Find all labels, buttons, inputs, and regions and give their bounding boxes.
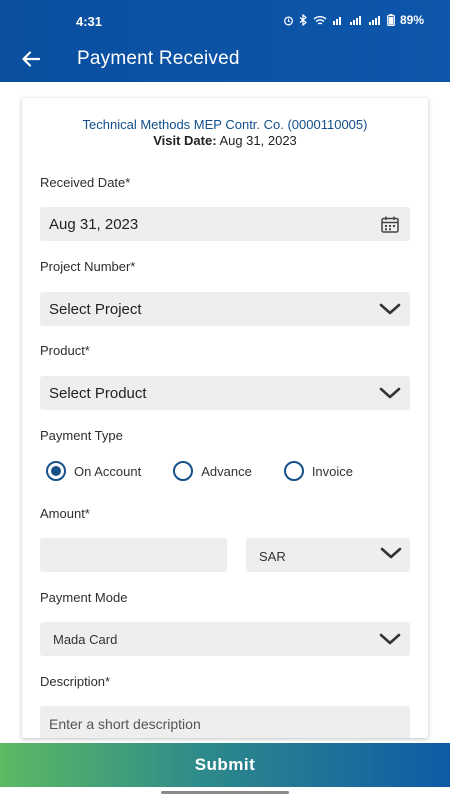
payment-type-label: Payment Type — [40, 428, 123, 443]
payment-form-card: Technical Methods MEP Contr. Co. (000011… — [22, 98, 428, 738]
customer-name: Technical Methods MEP Contr. Co. (000011… — [82, 117, 368, 132]
description-input[interactable]: Enter a short description — [40, 706, 410, 738]
home-indicator[interactable] — [161, 791, 289, 794]
payment-mode-select[interactable]: Mada Card — [40, 622, 410, 656]
submit-button[interactable]: Submit — [0, 743, 450, 787]
chevron-down-icon — [379, 299, 401, 319]
product-label: Product* — [40, 343, 90, 358]
signal-icon — [349, 15, 361, 25]
received-date-value: Aug 31, 2023 — [49, 216, 139, 233]
project-select[interactable]: Select Project — [40, 292, 410, 326]
alarm-icon — [283, 15, 293, 25]
received-date-field[interactable]: Aug 31, 2023 — [40, 207, 410, 241]
amount-label: Amount* — [40, 506, 90, 521]
currency-select[interactable]: SAR — [246, 538, 410, 572]
amount-input[interactable] — [40, 538, 227, 572]
app-bar: Payment Received — [0, 36, 450, 82]
arrow-left-icon — [22, 51, 40, 67]
radio-button-selected[interactable] — [46, 461, 66, 481]
payment-mode-value: Mada Card — [53, 632, 118, 647]
description-label: Description* — [40, 674, 111, 689]
volte-icon — [332, 16, 341, 25]
radio-label: Invoice — [311, 463, 354, 479]
description-placeholder: Enter a short description — [49, 716, 201, 732]
radio-advance[interactable]: Advance — [173, 461, 252, 481]
product-select-value: Select Product — [49, 385, 147, 402]
top-header: 4:31 89% Payment Received — [0, 0, 450, 82]
radio-on-account[interactable]: On Account — [46, 461, 141, 481]
visit-date-label: Visit Date: — [153, 133, 217, 148]
project-select-value: Select Project — [49, 301, 142, 318]
radio-button[interactable] — [283, 461, 304, 481]
received-date-label: Received Date* — [40, 175, 131, 190]
back-button[interactable] — [18, 46, 44, 72]
chevron-down-icon — [379, 629, 401, 649]
battery-icon — [387, 14, 395, 26]
payment-type-radio-group: On Account Advance Invoice — [46, 461, 385, 481]
radio-button[interactable] — [173, 461, 194, 481]
radio-label: Advance — [201, 463, 252, 479]
payment-mode-label: Payment Mode — [40, 590, 128, 605]
calendar-icon[interactable] — [379, 214, 401, 234]
signal-icon — [368, 15, 380, 25]
chevron-down-icon — [379, 383, 401, 403]
radio-label: On Account — [74, 463, 142, 479]
project-number-label: Project Number* — [40, 259, 136, 274]
bluetooth-icon — [299, 14, 307, 26]
product-select[interactable]: Select Product — [40, 376, 410, 410]
page-title: Payment Received — [77, 48, 240, 69]
currency-value: SAR — [259, 549, 286, 564]
status-bar: 4:31 89% — [0, 0, 450, 36]
wifi-icon — [313, 15, 327, 25]
visit-date-value: Aug 31, 2023 — [219, 133, 297, 148]
status-time: 4:31 — [76, 14, 103, 29]
status-icons: 89% — [283, 13, 424, 27]
radio-invoice[interactable]: Invoice — [283, 461, 354, 481]
chevron-down-icon — [380, 546, 402, 564]
battery-percent: 89% — [399, 13, 424, 27]
visit-date-line: Visit Date: Aug 31, 2023 — [22, 133, 428, 148]
